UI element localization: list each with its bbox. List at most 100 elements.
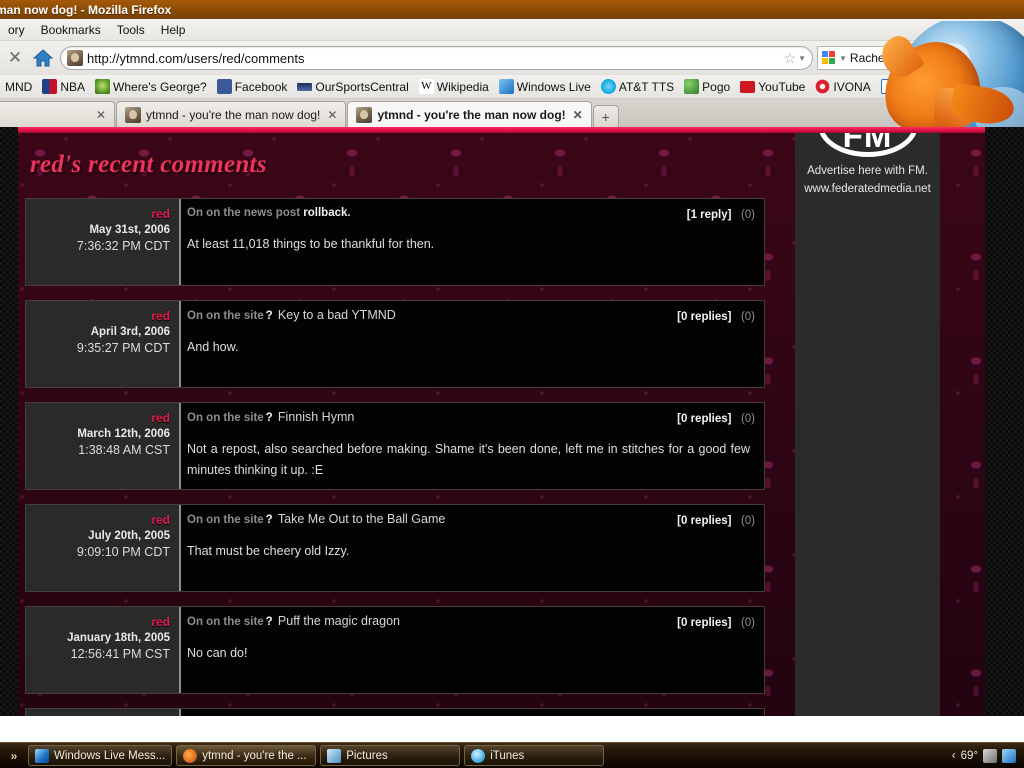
comment-reply-count[interactable]: [0 replies]: [677, 515, 731, 527]
bookmark-label: YouTube: [758, 79, 806, 94]
comment-subject-prefix: On on the site: [187, 514, 264, 526]
comment-score: (0): [740, 617, 755, 629]
taskbar-button-label: Pictures: [346, 749, 388, 762]
bookmark-label: TTS: [898, 79, 922, 94]
comment-subject-link[interactable]: Take Me Out to the Ball Game: [278, 512, 445, 526]
taskbar-button-itunes[interactable]: iTunes: [464, 745, 605, 766]
bookmark-marquee[interactable]: Marquee: [974, 79, 1024, 94]
bookmark-facebook[interactable]: Facebook: [212, 79, 293, 94]
tab-strip: ✕ ytmnd - you're the man now dog! ✕ ytmn…: [0, 99, 1024, 127]
comment-message: And how.: [187, 340, 239, 354]
search-engine-chevron-icon[interactable]: ▼: [839, 54, 847, 63]
comment-subject-link[interactable]: Puff the magic dragon: [278, 614, 400, 628]
bookmark-label: Windows Live: [516, 79, 591, 94]
comment-subject-link[interactable]: Key to a bad YTMND: [278, 308, 396, 322]
comment-score: (0): [740, 515, 755, 527]
comment-username[interactable]: red: [32, 615, 170, 630]
tab-label: ytmnd - you're the man now dog!: [146, 107, 321, 122]
search-input[interactable]: Rachel Bloom's tits: [850, 51, 952, 65]
bookmark-wheres-george[interactable]: Where's George?: [90, 79, 212, 94]
chevron-left-icon[interactable]: ‹: [952, 750, 956, 762]
windows-live-icon: [498, 79, 514, 94]
ad-line-1: Advertise here with FM.: [807, 165, 928, 177]
window-title: man now dog! - Mozilla Firefox: [0, 2, 172, 17]
comment-row: red March 12th, 2006 1:38:48 AM CST On o…: [25, 402, 765, 490]
taskbar-button-windows-live-messenger[interactable]: Windows Live Mess...: [28, 745, 173, 766]
bookmark-att-tts[interactable]: AT&T TTS: [596, 79, 679, 94]
comment-counts: [0 replies] (0): [677, 307, 755, 325]
pictures-folder-icon: [327, 748, 342, 763]
site-favicon-icon: [67, 50, 83, 66]
page-top-pink-bar: [18, 127, 985, 133]
taskbar: » Windows Live Mess... ytmnd - you're th…: [0, 742, 1024, 768]
taskbar-button-firefox[interactable]: ytmnd - you're the ...: [176, 745, 317, 766]
home-icon[interactable]: [30, 46, 56, 70]
comment-body: On on the site? Key to a bad YTMND And h…: [181, 301, 764, 387]
search-bar[interactable]: ▼ Rachel Bloom's tits: [817, 46, 977, 70]
bookmark-ytmnd[interactable]: MND: [0, 80, 37, 94]
tab-0[interactable]: ✕: [0, 101, 115, 127]
broken-image-icon: ?: [265, 616, 273, 628]
bookmark-pogo[interactable]: Pogo: [679, 79, 735, 94]
bookmark-ivona[interactable]: IVONA: [810, 79, 875, 94]
itunes-icon: [471, 748, 486, 763]
comment-username[interactable]: red: [32, 513, 170, 528]
broken-image-icon: ?: [265, 412, 273, 424]
att-icon: [600, 79, 616, 94]
comment-row: [0 replies] (0): [25, 708, 765, 716]
comment-subject-link[interactable]: rollback: [303, 207, 347, 219]
bookmark-wikipedia[interactable]: W Wikipedia: [414, 79, 494, 94]
comment-username[interactable]: red: [32, 207, 170, 222]
weather-temperature[interactable]: 69°: [961, 750, 978, 762]
comment-username[interactable]: red: [32, 411, 170, 426]
volume-icon[interactable]: [1002, 748, 1016, 763]
page-bottom-white-strip: [0, 716, 1024, 742]
comment-reply-count[interactable]: [0 replies]: [677, 311, 731, 323]
bookmark-nba[interactable]: NBA: [37, 79, 90, 94]
comment-message: That must be cheery old Izzy.: [187, 544, 350, 558]
bookmark-gif[interactable]: GIF: [926, 79, 974, 94]
comment-message: Not a repost, also searched before makin…: [187, 442, 750, 477]
comment-reply-count[interactable]: [1 reply]: [687, 209, 732, 221]
star-icon[interactable]: ☆: [784, 50, 797, 67]
menu-bar: ory Bookmarks Tools Help: [0, 19, 1024, 41]
bookmark-youtube[interactable]: YouTube: [735, 80, 810, 94]
network-icon[interactable]: [983, 748, 997, 763]
tab-ytmnd-2[interactable]: ytmnd - you're the man now dog! ✕: [347, 101, 592, 127]
close-icon[interactable]: ✕: [571, 108, 583, 122]
comment-meta: [26, 709, 181, 716]
ivona-icon: [815, 79, 831, 94]
comment-username[interactable]: red: [32, 309, 170, 324]
comment-row: red July 20th, 2005 9:09:10 PM CDT On on…: [25, 504, 765, 592]
bookmark-tts[interactable]: TTS: [876, 79, 927, 94]
bookmark-label: OurSportsCentral: [315, 79, 409, 94]
close-icon[interactable]: ✕: [325, 108, 337, 122]
comment-reply-count[interactable]: [0 replies]: [677, 413, 731, 425]
menu-item-help[interactable]: Help: [153, 21, 194, 39]
comment-body: On on the site? Finnish Hymn Not a repos…: [181, 403, 764, 489]
chevron-down-icon[interactable]: ▼: [798, 54, 806, 63]
new-tab-button[interactable]: +: [592, 105, 619, 127]
address-bar[interactable]: http://ytmnd.com/users/red/comments ☆ ▼: [60, 46, 813, 70]
bookmark-label: NBA: [60, 79, 86, 94]
menu-item-tools[interactable]: Tools: [109, 21, 153, 39]
comment-time: 9:35:27 PM CDT: [76, 341, 170, 355]
menu-item-bookmarks[interactable]: Bookmarks: [33, 21, 109, 39]
stop-icon[interactable]: ✕: [4, 48, 26, 68]
tab-ytmnd-1[interactable]: ytmnd - you're the man now dog! ✕: [116, 101, 347, 127]
close-icon[interactable]: ✕: [94, 108, 106, 122]
comment-subject: On on the site? Finnish Hymn: [187, 410, 754, 426]
menu-item-history[interactable]: ory: [0, 21, 33, 39]
bookmark-windows-live[interactable]: Windows Live: [494, 79, 596, 94]
comment-subject-link[interactable]: Finnish Hymn: [278, 410, 354, 424]
comment-reply-count[interactable]: [0 replies]: [677, 617, 731, 629]
comment-counts: [0 replies] (0): [677, 613, 755, 631]
comment-time: 1:38:48 AM CST: [78, 443, 170, 457]
window-titlebar: man now dog! - Mozilla Firefox: [0, 0, 1024, 19]
taskbar-button-pictures[interactable]: Pictures: [320, 745, 461, 766]
bookmark-oursportscentral[interactable]: OurSportsCentral: [292, 80, 413, 94]
nba-icon: [42, 79, 58, 94]
gif-icon: [931, 79, 947, 94]
chevron-double-right-icon[interactable]: »: [4, 749, 24, 763]
ad-line-2[interactable]: www.federatedmedia.net: [795, 183, 940, 195]
